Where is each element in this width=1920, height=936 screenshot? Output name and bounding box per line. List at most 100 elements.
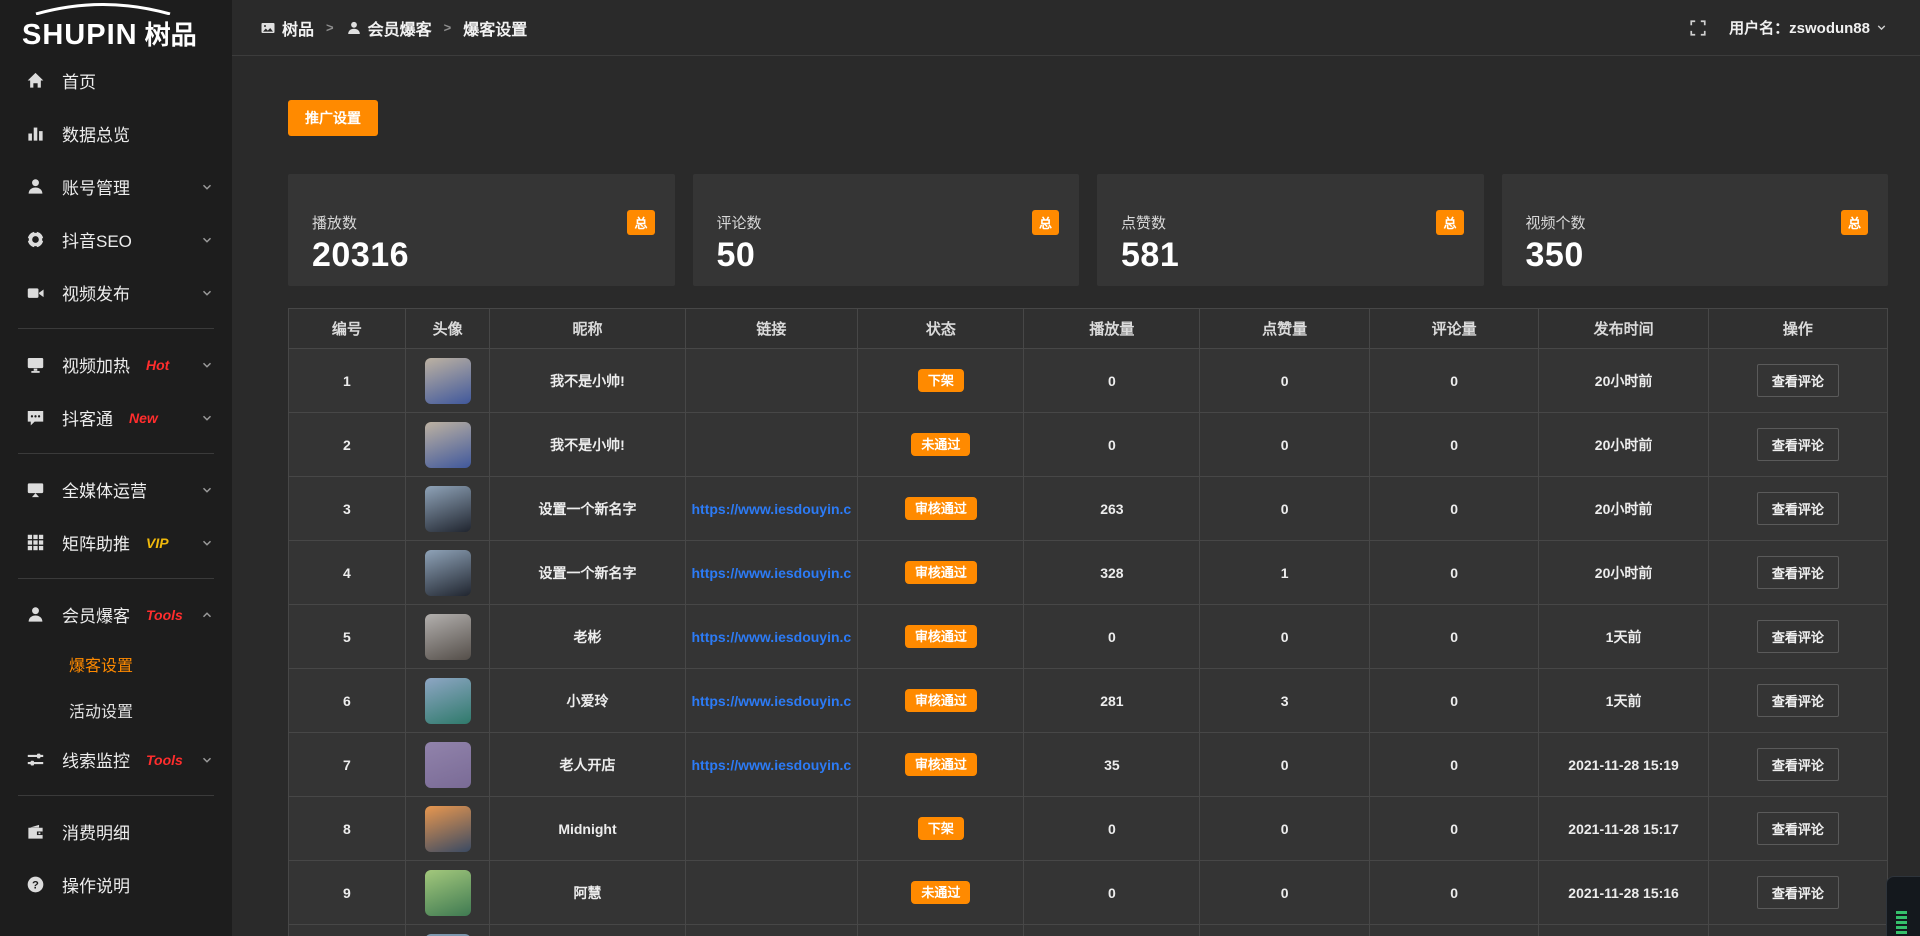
wallet-icon <box>26 822 45 841</box>
view-comments-button[interactable]: 查看评论 <box>1757 556 1839 589</box>
column-header: 状态 <box>858 309 1024 349</box>
fullscreen-icon[interactable] <box>1689 19 1707 37</box>
cell-status: 下架 <box>858 349 1024 413</box>
breadcrumb-item-baoke-settings: 爆客设置 <box>463 16 527 40</box>
stat-value: 20316 <box>312 236 653 275</box>
sidebar-item-video-publish[interactable]: 视频发布 <box>0 266 232 319</box>
logo[interactable]: SHUPIN 树品 <box>0 0 232 52</box>
cell-comments: 0 <box>1369 413 1538 477</box>
stat-card: 播放数20316总 <box>288 174 675 286</box>
video-link[interactable]: https://www.iesdouyin.c <box>686 501 858 517</box>
sidebar-item-member-baoke[interactable]: 会员爆客Tools <box>0 588 232 641</box>
cell-id: 4 <box>289 541 406 605</box>
video-link[interactable]: https://www.iesdouyin.c <box>686 757 858 773</box>
video-link[interactable]: https://www.iesdouyin.c <box>686 693 858 709</box>
view-comments-button[interactable]: 查看评论 <box>1757 428 1839 461</box>
view-comments-button[interactable]: 查看评论 <box>1757 812 1839 845</box>
cell-nickname: 小爱玲 <box>490 669 685 733</box>
cell-plays: 328 <box>1024 541 1200 605</box>
chart-icon <box>26 124 45 143</box>
sidebar-item-douketong[interactable]: 抖客通New <box>0 391 232 444</box>
view-comments-button[interactable]: 查看评论 <box>1757 364 1839 397</box>
cell-action: 查看评论 <box>1708 797 1887 861</box>
cell-id: 2 <box>289 413 406 477</box>
breadcrumb-separator: > <box>442 20 454 35</box>
view-comments-button[interactable]: 查看评论 <box>1757 620 1839 653</box>
sidebar-item-account-manage[interactable]: 账号管理 <box>0 160 232 213</box>
cell-status: 审核通过 <box>858 669 1024 733</box>
sidebar-subitem-activity-settings[interactable]: 活动设置 <box>0 687 232 733</box>
user-menu[interactable]: 用户名：zswodun88 <box>1729 17 1888 38</box>
table-row <box>289 925 1888 936</box>
cell-likes: 0 <box>1200 733 1369 797</box>
cell-action <box>1708 925 1887 936</box>
cell-nickname: 我不是小帅! <box>490 413 685 477</box>
table-row: 8Midnight下架0002021-11-28 15:17查看评论 <box>289 797 1888 861</box>
main-area: 树品>会员爆客>爆客设置 用户名：zswodun88 推广设置 播放数20316… <box>232 0 1920 936</box>
logo-arc <box>28 3 178 15</box>
account-icon <box>26 177 45 196</box>
cell-avatar <box>405 413 490 477</box>
cell-id: 6 <box>289 669 406 733</box>
table-row: 2我不是小帅!未通过00020小时前查看评论 <box>289 413 1888 477</box>
cell-plays: 0 <box>1024 861 1200 925</box>
cell-id: 9 <box>289 861 406 925</box>
logo-text-cn: 树品 <box>145 15 197 52</box>
view-comments-button[interactable]: 查看评论 <box>1757 684 1839 717</box>
cell-plays: 0 <box>1024 605 1200 669</box>
cell-status: 审核通过 <box>858 733 1024 797</box>
sidebar-item-data-overview[interactable]: 数据总览 <box>0 107 232 160</box>
sidebar-subitem-baoke-settings[interactable]: 爆客设置 <box>0 641 232 687</box>
chevron-down-icon <box>200 483 214 497</box>
sidebar-item-video-heating[interactable]: 视频加热Hot <box>0 338 232 391</box>
video-link[interactable]: https://www.iesdouyin.c <box>686 629 858 645</box>
sidebar-item-clue-monitor[interactable]: 线索监控Tools <box>0 733 232 786</box>
breadcrumb-item-member-baoke[interactable]: 会员爆客 <box>346 16 432 40</box>
cell-likes: 1 <box>1200 541 1369 605</box>
sidebar-item-badge: VIP <box>146 535 169 551</box>
cell-comments: 0 <box>1369 797 1538 861</box>
cell-comments: 0 <box>1369 477 1538 541</box>
sidebar-item-operation-guide[interactable]: ?操作说明 <box>0 858 232 911</box>
cell-avatar <box>405 669 490 733</box>
avatar-image <box>425 422 471 468</box>
video-link[interactable]: https://www.iesdouyin.c <box>686 565 858 581</box>
sidebar-item-matrix-boost[interactable]: 矩阵助推VIP <box>0 516 232 569</box>
status-badge: 审核通过 <box>905 753 977 776</box>
cell-nickname: Midnight <box>490 797 685 861</box>
promo-settings-button[interactable]: 推广设置 <box>288 100 378 136</box>
cell-link: https://www.iesdouyin.c <box>685 605 858 669</box>
cell-nickname: 设置一个新名字 <box>490 477 685 541</box>
stat-total-badge: 总 <box>627 210 654 235</box>
column-header: 链接 <box>685 309 858 349</box>
column-header: 编号 <box>289 309 406 349</box>
avatar-image <box>425 870 471 916</box>
floating-widget[interactable] <box>1886 876 1920 936</box>
view-comments-button[interactable]: 查看评论 <box>1757 748 1839 781</box>
chevron-down-icon <box>1875 21 1888 34</box>
breadcrumb-item-shupin[interactable]: 树品 <box>260 16 314 40</box>
sidebar-item-label: 首页 <box>62 68 96 93</box>
cell-link: https://www.iesdouyin.c <box>685 733 858 797</box>
view-comments-button[interactable]: 查看评论 <box>1757 876 1839 909</box>
cell-comments: 0 <box>1369 861 1538 925</box>
cell-time: 2021-11-28 15:17 <box>1539 797 1708 861</box>
breadcrumb-label: 树品 <box>282 16 314 40</box>
table-row: 7老人开店https://www.iesdouyin.c审核通过35002021… <box>289 733 1888 797</box>
cell-likes: 0 <box>1200 413 1369 477</box>
sidebar-item-home[interactable]: 首页 <box>0 54 232 107</box>
sidebar-item-douyin-seo[interactable]: 抖音SEO <box>0 213 232 266</box>
sidebar-item-label: 视频加热 <box>62 352 130 377</box>
table-row: 4设置一个新名字https://www.iesdouyin.c审核通过32810… <box>289 541 1888 605</box>
cell-nickname: 阿慧 <box>490 861 685 925</box>
cell-nickname: 设置一个新名字 <box>490 541 685 605</box>
view-comments-button[interactable]: 查看评论 <box>1757 492 1839 525</box>
cell-avatar <box>405 733 490 797</box>
cell-link <box>685 349 858 413</box>
sidebar-item-consume-detail[interactable]: 消费明细 <box>0 805 232 858</box>
cell-action: 查看评论 <box>1708 349 1887 413</box>
column-header: 昵称 <box>490 309 685 349</box>
stat-card: 评论数50总 <box>693 174 1080 286</box>
cell-likes: 0 <box>1200 797 1369 861</box>
sidebar-item-media-operation[interactable]: 全媒体运营 <box>0 463 232 516</box>
